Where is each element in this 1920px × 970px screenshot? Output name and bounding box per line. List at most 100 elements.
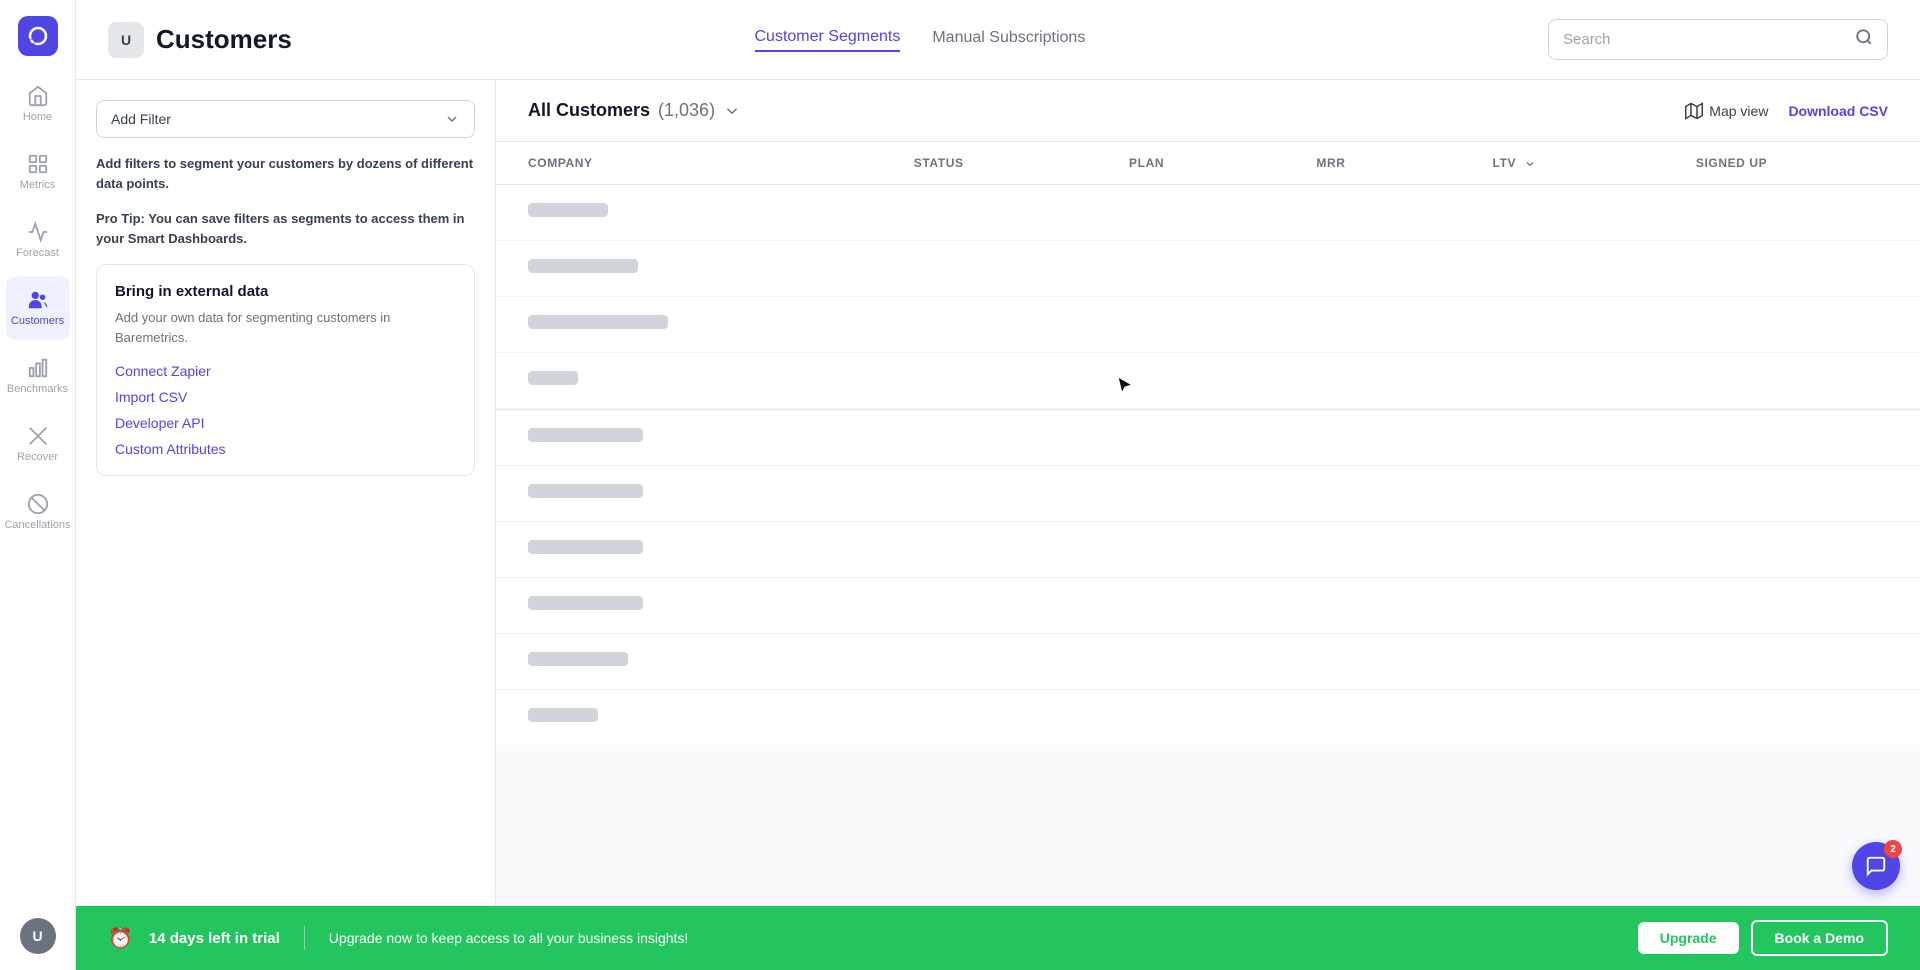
company-cell: [496, 185, 882, 241]
mrr-cell: [1284, 353, 1460, 409]
external-data-desc: Add your own data for segmenting custome…: [115, 308, 456, 347]
customers-count-row: All Customers (1,036): [528, 100, 741, 121]
user-avatar[interactable]: U: [20, 918, 56, 954]
tab-manual-subscriptions[interactable]: Manual Subscriptions: [932, 29, 1085, 51]
plan-cell: [1097, 634, 1284, 690]
sort-icon: [1524, 158, 1536, 170]
external-data-links: Connect Zapier Import CSV Developer API …: [115, 363, 456, 457]
company-cell: [496, 634, 882, 690]
table-row[interactable]: [496, 690, 1920, 746]
table-row[interactable]: [496, 185, 1920, 241]
table-row[interactable]: [496, 578, 1920, 634]
sidebar-item-customers-label: Customers: [11, 315, 64, 327]
table-row[interactable]: [496, 522, 1920, 578]
ltv-cell: [1461, 185, 1664, 241]
plan-cell: [1097, 578, 1284, 634]
signed-up-cell: [1664, 522, 1920, 578]
add-filter-dropdown[interactable]: Add Filter: [96, 100, 475, 138]
sidebar-item-benchmarks-label: Benchmarks: [7, 383, 68, 395]
table-row[interactable]: [496, 353, 1920, 409]
plan-cell: [1097, 690, 1284, 746]
page-header: U Customers Customer Segments Manual Sub…: [76, 0, 1920, 80]
sidebar-item-forecast[interactable]: Forecast: [6, 208, 70, 272]
tab-customer-segments[interactable]: Customer Segments: [755, 28, 901, 52]
table-body: [496, 185, 1920, 746]
status-cell: [882, 634, 1097, 690]
mrr-cell: [1284, 634, 1460, 690]
company-cell: [496, 522, 882, 578]
map-view-label: Map view: [1709, 103, 1768, 119]
chevron-down-icon: [444, 111, 460, 127]
status-cell: [882, 297, 1097, 353]
sidebar-item-cancellations[interactable]: Cancellations: [6, 480, 70, 544]
mrr-cell: [1284, 410, 1460, 466]
plan-cell: [1097, 410, 1284, 466]
external-data-card: Bring in external data Add your own data…: [96, 264, 475, 476]
trial-actions: Upgrade Book a Demo: [1638, 920, 1888, 956]
status-cell: [882, 522, 1097, 578]
sidebar-item-benchmarks[interactable]: Benchmarks: [6, 344, 70, 408]
upgrade-button[interactable]: Upgrade: [1638, 922, 1739, 954]
signed-up-cell: [1664, 185, 1920, 241]
sidebar-item-metrics-label: Metrics: [20, 179, 55, 191]
connect-zapier-link[interactable]: Connect Zapier: [115, 363, 456, 379]
developer-api-link[interactable]: Developer API: [115, 415, 456, 431]
filter-tip-pro: Pro Tip: You can save filters as segment…: [96, 209, 475, 248]
map-icon: [1685, 102, 1703, 120]
mrr-cell: [1284, 297, 1460, 353]
plan-cell: [1097, 522, 1284, 578]
app-logo[interactable]: [18, 16, 58, 56]
col-mrr[interactable]: MRR: [1284, 142, 1460, 185]
chat-icon: [1865, 855, 1887, 877]
external-data-title: Bring in external data: [115, 283, 456, 300]
ltv-cell: [1461, 690, 1664, 746]
status-cell: [882, 466, 1097, 522]
mrr-cell: [1284, 690, 1460, 746]
company-cell: [496, 297, 882, 353]
sidebar-item-forecast-label: Forecast: [16, 247, 59, 259]
map-view-button[interactable]: Map view: [1685, 102, 1768, 120]
col-signed-up[interactable]: SIGNED UP: [1664, 142, 1920, 185]
search-bar[interactable]: [1548, 19, 1888, 60]
chat-bubble[interactable]: 2: [1852, 842, 1900, 890]
sidebar-item-home[interactable]: Home: [6, 72, 70, 136]
plan-cell: [1097, 353, 1284, 409]
ltv-cell: [1461, 578, 1664, 634]
col-ltv[interactable]: LTV: [1461, 142, 1664, 185]
main-content: U Customers Customer Segments Manual Sub…: [76, 0, 1920, 970]
col-plan[interactable]: PLAN: [1097, 142, 1284, 185]
sidebar-item-customers[interactable]: Customers: [6, 276, 70, 340]
signed-up-cell: [1664, 578, 1920, 634]
add-filter-label: Add Filter: [111, 111, 171, 127]
table-row[interactable]: [496, 410, 1920, 466]
plan-cell: [1097, 297, 1284, 353]
search-input[interactable]: [1563, 31, 1847, 48]
filter-tip-main: Add filters to segment your customers by…: [96, 154, 475, 193]
sidebar-bottom: U: [20, 918, 56, 954]
all-customers-label: All Customers: [528, 100, 650, 121]
search-icon[interactable]: [1855, 28, 1873, 51]
sidebar-item-recover[interactable]: Recover: [6, 412, 70, 476]
col-status[interactable]: STATUS: [882, 142, 1097, 185]
table-row[interactable]: [496, 297, 1920, 353]
custom-attributes-link[interactable]: Custom Attributes: [115, 441, 456, 457]
trial-message: Upgrade now to keep access to all your b…: [329, 930, 689, 946]
status-cell: [882, 410, 1097, 466]
book-demo-button[interactable]: Book a Demo: [1751, 920, 1888, 956]
mrr-cell: [1284, 185, 1460, 241]
import-csv-link[interactable]: Import CSV: [115, 389, 456, 405]
col-company[interactable]: COMPANY: [496, 142, 882, 185]
header-nav: Customer Segments Manual Subscriptions: [332, 28, 1508, 52]
table-row[interactable]: [496, 634, 1920, 690]
company-cell: [496, 241, 882, 297]
table-row[interactable]: [496, 466, 1920, 522]
mrr-cell: [1284, 522, 1460, 578]
body-area: Add Filter Add filters to segment your c…: [76, 80, 1920, 906]
table-row[interactable]: [496, 241, 1920, 297]
ltv-cell: [1461, 522, 1664, 578]
sidebar-item-metrics[interactable]: Metrics: [6, 140, 70, 204]
download-csv-button[interactable]: Download CSV: [1788, 103, 1888, 119]
chevron-down-icon[interactable]: [723, 102, 741, 120]
company-cell: [496, 466, 882, 522]
table-header-bar: All Customers (1,036) Map view Downlo: [496, 80, 1920, 142]
